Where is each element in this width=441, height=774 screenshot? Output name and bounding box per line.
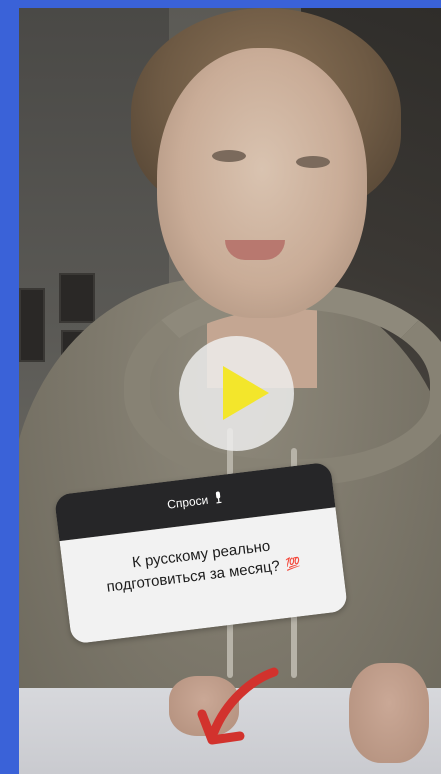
microphone-icon	[213, 491, 223, 507]
play-icon	[223, 366, 269, 420]
wall-poster	[19, 288, 45, 362]
person-eye	[212, 150, 246, 162]
play-button[interactable]	[179, 336, 294, 451]
person-eye	[296, 156, 330, 168]
person-face	[157, 48, 367, 318]
wall-poster	[59, 273, 95, 323]
hundred-points-icon: 💯	[285, 555, 302, 572]
video-frame: Спроси К русскому реально подготовиться …	[0, 0, 441, 774]
person-hand	[349, 663, 429, 763]
red-arrow-icon	[197, 667, 279, 745]
sticker-header-label: Спроси	[166, 492, 210, 512]
